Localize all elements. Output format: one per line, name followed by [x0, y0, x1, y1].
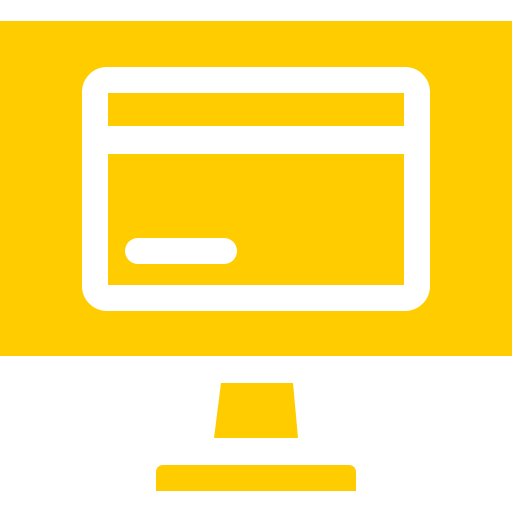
- monitor-neck: [214, 383, 298, 438]
- monitor-base-bottom: [156, 478, 356, 491]
- computer-monitor-icon: [0, 21, 512, 491]
- card-stripe: [95, 126, 417, 154]
- monitor-card-illustration: [0, 0, 512, 512]
- card-number-line: [125, 238, 237, 264]
